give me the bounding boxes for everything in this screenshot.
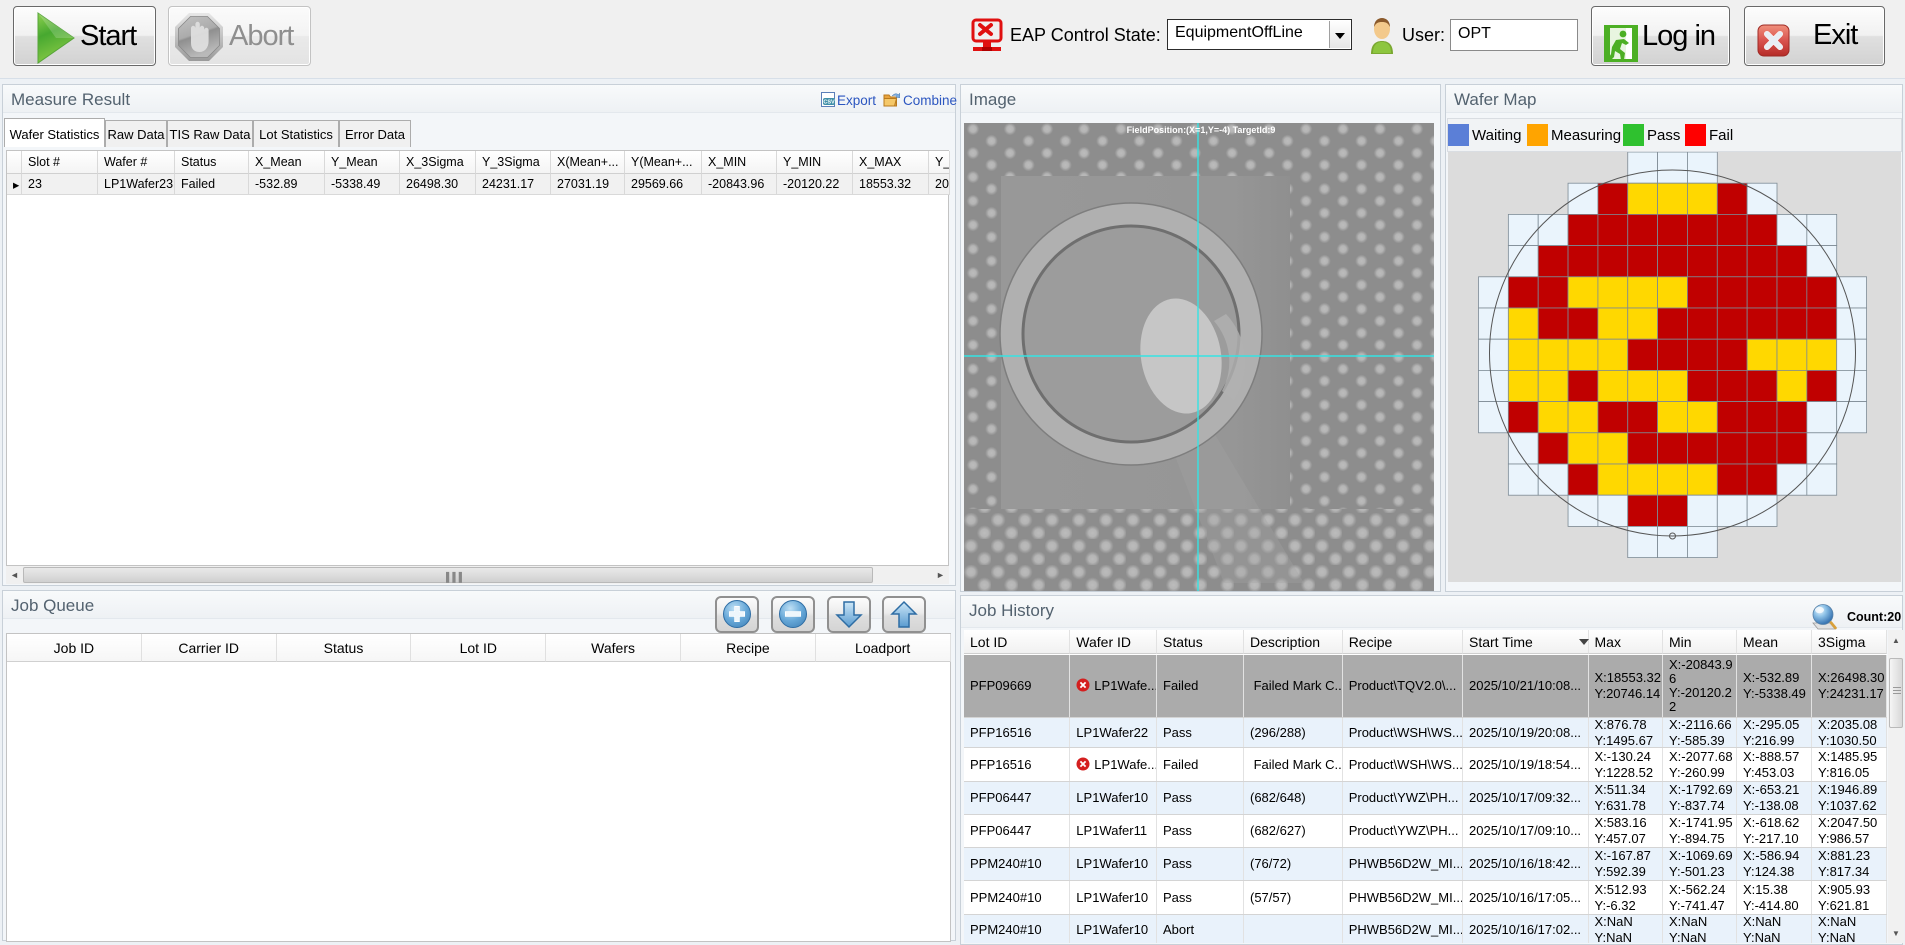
svg-text:FieldPosition:(X=1,Y=-4) Targe: FieldPosition:(X=1,Y=-4) TargetId:9 (1127, 125, 1276, 135)
svg-text:CSV: CSV (823, 100, 835, 106)
